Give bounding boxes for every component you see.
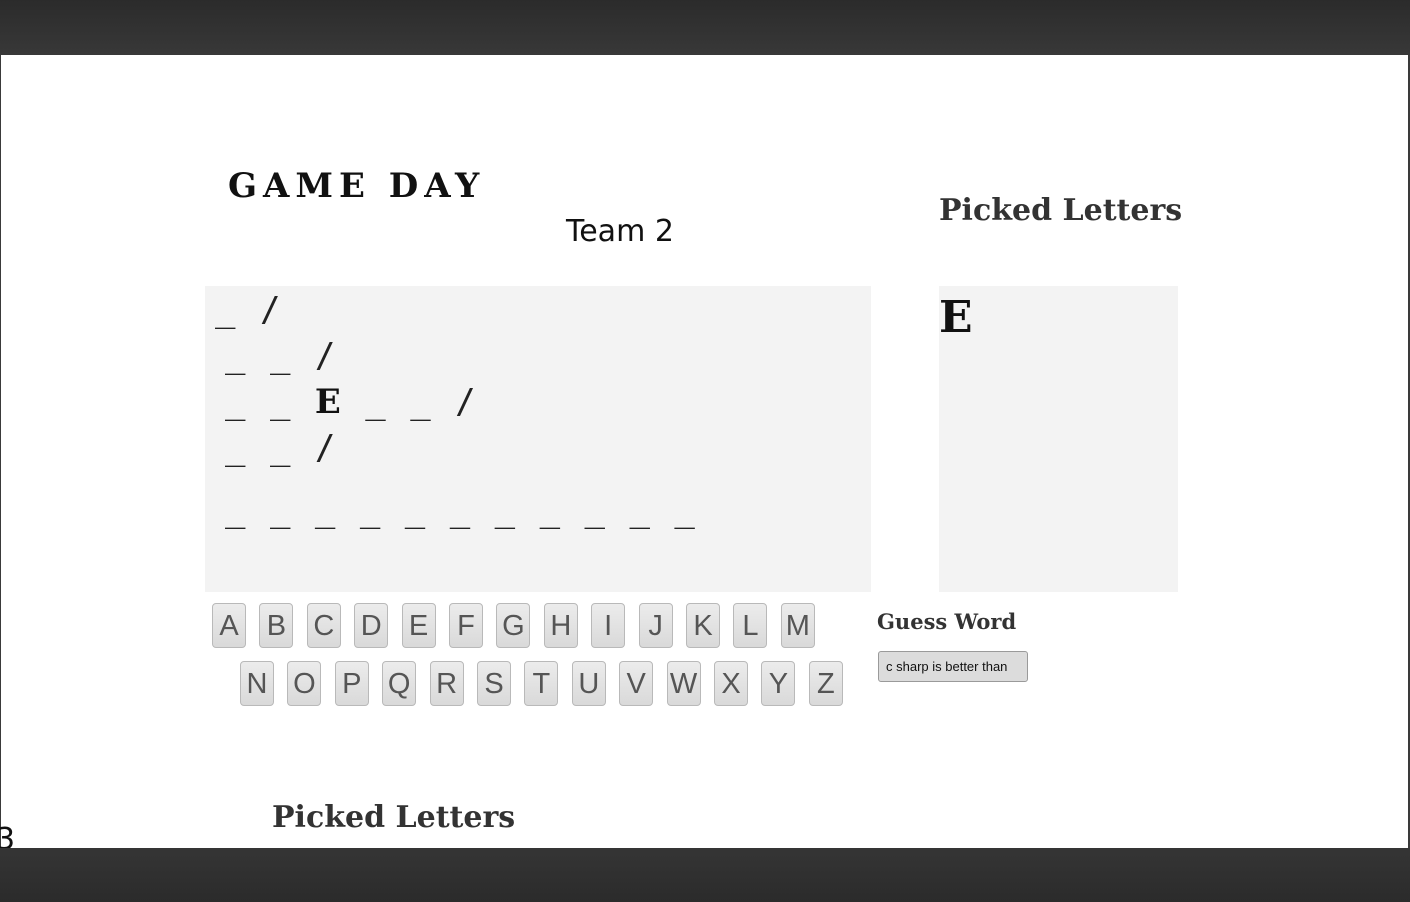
key-a[interactable]: A [212,603,246,648]
picked-letter: E [939,292,973,343]
key-d[interactable]: D [354,603,389,648]
key-k[interactable]: K [686,603,720,648]
picked-letters-heading: Picked Letters [939,193,1183,228]
key-m[interactable]: M [780,603,815,648]
key-x[interactable]: X [714,661,748,706]
key-r[interactable]: R [429,661,464,706]
key-p[interactable]: P [334,661,369,706]
bottom-bar [0,848,1410,902]
guess-word-field[interactable]: c sharp is better than [878,651,1028,682]
key-j[interactable]: J [638,603,673,648]
top-bar [0,0,1410,55]
key-i[interactable]: I [591,603,626,648]
hidden-letters: _ _ _ _ _ _ _ _ _ _ _ [225,490,697,530]
key-o[interactable]: O [287,661,322,706]
team-label: Team 2 [566,214,674,249]
word-line: _ _ / [225,428,337,468]
key-c[interactable]: C [306,603,341,648]
hidden-letters: _ _ / [342,382,478,422]
word-line: _ _ _ _ _ _ _ _ _ _ _ [225,490,697,530]
key-n[interactable]: N [240,661,274,706]
key-z[interactable]: Z [808,661,843,706]
game-title: GAME DAY [228,166,486,206]
key-l[interactable]: L [733,603,768,648]
key-q[interactable]: Q [382,661,417,706]
lower-picked-letters-heading: Picked Letters [272,800,516,835]
key-w[interactable]: W [666,661,701,706]
key-v[interactable]: V [619,661,654,706]
key-g[interactable]: G [496,603,531,648]
word-line: _ / [215,290,282,330]
key-f[interactable]: F [449,603,483,648]
word-board: _ / _ _ / _ _ E _ _ / _ _ / _ _ _ _ _ _ _ _ … [205,286,871,592]
hidden-letters: _ _ / [225,428,338,468]
hidden-letters: _ _ [225,382,315,422]
key-h[interactable]: H [543,603,578,648]
guess-word-label: Guess Word [877,609,1017,634]
left-edge [0,55,1,848]
key-e[interactable]: E [401,603,436,648]
game-screen: GAME DAY Team 2 Picked Letters _ / _ _ / _… [0,0,1410,902]
hidden-letters: _ / [215,290,283,330]
key-y[interactable]: Y [761,661,796,706]
hidden-letters: _ _ / [225,336,338,376]
key-t[interactable]: T [524,661,559,706]
key-s[interactable]: S [477,661,511,706]
key-b[interactable]: B [259,603,294,648]
key-u[interactable]: U [571,661,606,706]
picked-letters-box: E [939,286,1178,592]
word-line: _ _ / [225,336,337,376]
revealed-letter: E [314,382,343,422]
word-line: _ _ E _ _ / [225,382,478,422]
